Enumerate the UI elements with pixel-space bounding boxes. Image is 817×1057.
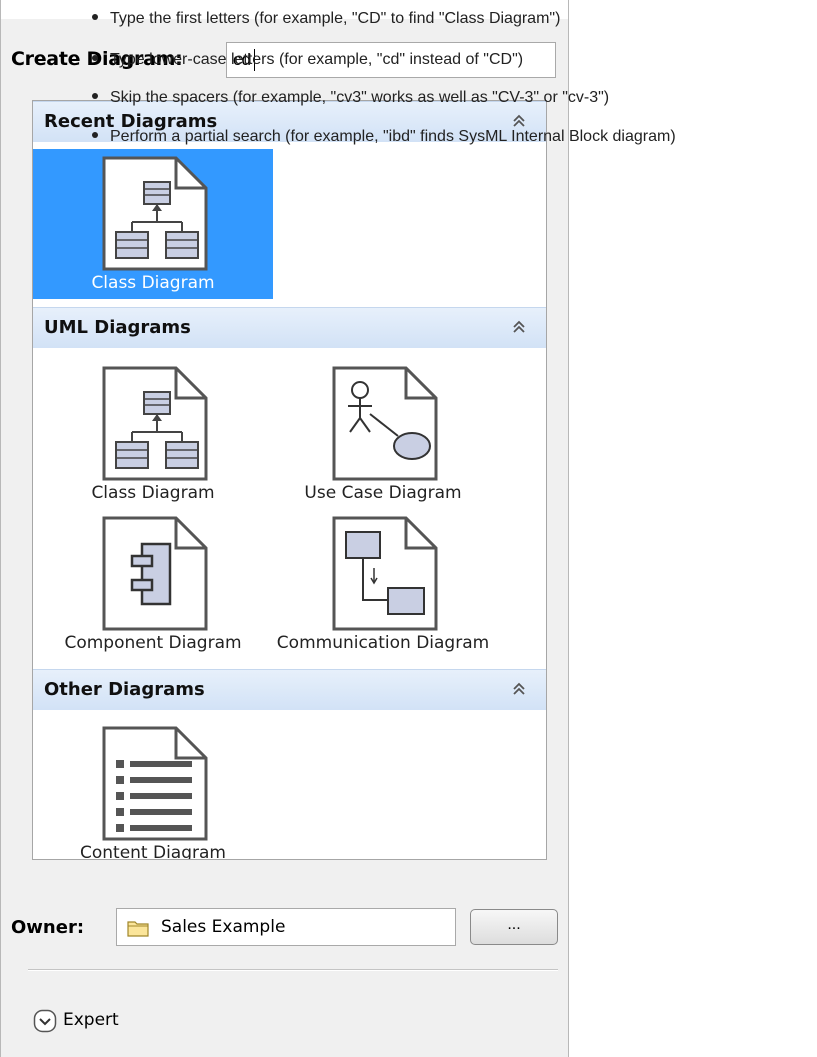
text-caret [254,49,255,71]
folder-icon [127,921,149,937]
section-title: Recent Diagrams [44,111,218,132]
tile-component-diagram[interactable]: Component Diagram [33,509,273,659]
section-header-other[interactable]: Other Diagrams [33,669,546,710]
class-diagram-icon [102,366,208,481]
create-diagram-dialog: Create Diagram: cd Recent Diagrams Class… [0,0,569,1057]
divider-highlight [28,970,558,971]
tile-label: Class Diagram [91,483,215,503]
content-diagram-icon [102,726,208,841]
section-title: UML Diagrams [44,317,191,338]
section-header-recent[interactable]: Recent Diagrams [33,101,546,142]
search-value: cd [233,50,251,69]
section-title: Other Diagrams [44,679,205,700]
diagram-gallery[interactable]: Recent Diagrams Class Diagram UML Diagra… [32,100,547,860]
section-header-uml[interactable]: UML Diagrams [33,307,546,348]
communication-diagram-icon [332,516,438,631]
expert-label: Expert [63,1010,119,1030]
panel-top-edge [1,0,568,19]
tile-use-case-diagram[interactable]: Use Case Diagram [263,359,503,509]
tile-label: Use Case Diagram [304,483,462,503]
tile-label: Class Diagram [91,273,215,293]
tile-content-diagram[interactable]: Content Diagram [33,719,273,860]
component-diagram-icon [102,516,208,631]
tile-label: Component Diagram [64,633,242,653]
tile-communication-diagram[interactable]: Communication Diagram [263,509,503,659]
browse-owner-button[interactable]: ... [470,909,558,945]
collapse-icon[interactable] [510,318,528,336]
collapse-icon[interactable] [510,112,528,130]
use-case-diagram-icon [332,366,438,481]
tile-label: Content Diagram [79,843,226,860]
tile-recent-class-diagram[interactable]: Class Diagram [33,149,273,299]
tile-uml-class-diagram[interactable]: Class Diagram [33,359,273,509]
diagram-search-input[interactable]: cd [226,42,556,78]
owner-value: Sales Example [161,917,286,937]
create-diagram-label: Create Diagram: [11,48,183,70]
chevron-down-icon[interactable] [33,1009,57,1033]
tile-label: Communication Diagram [276,633,490,653]
owner-field[interactable]: Sales Example [116,908,456,946]
owner-label: Owner: [11,917,85,938]
collapse-icon[interactable] [510,680,528,698]
class-diagram-icon [102,156,208,271]
